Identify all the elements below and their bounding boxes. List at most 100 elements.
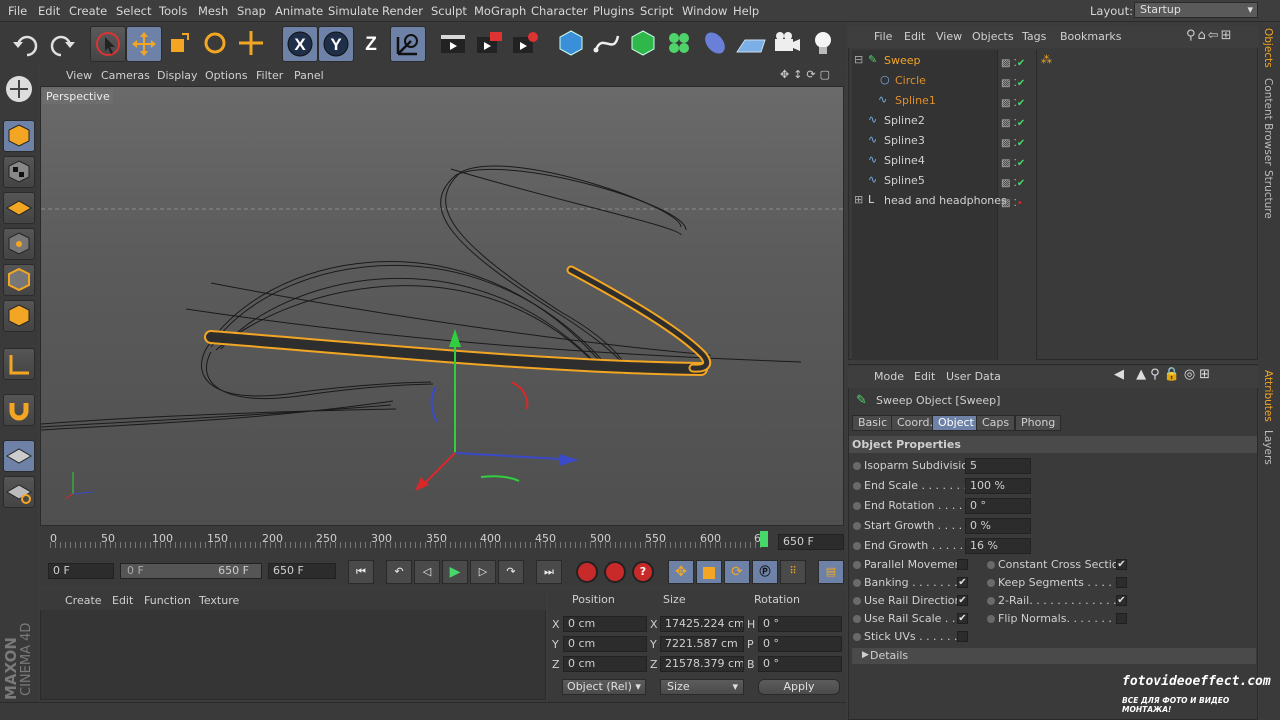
apply-button[interactable]: Apply: [758, 679, 840, 695]
objects-menu-bookmarks[interactable]: Bookmarks: [1060, 30, 1121, 43]
planar-workplane-icon[interactable]: [3, 476, 35, 508]
tab-structure[interactable]: Structure: [1262, 170, 1274, 219]
menu-file[interactable]: File: [8, 4, 27, 18]
objects-menu-edit[interactable]: Edit: [904, 30, 925, 43]
viewport-menu-panel[interactable]: Panel: [294, 69, 324, 82]
details-group[interactable]: ▶ Details: [852, 648, 1256, 664]
axis-mode-icon[interactable]: [3, 348, 35, 380]
anim-radio[interactable]: [853, 633, 861, 641]
anim-radio[interactable]: [853, 561, 861, 569]
anim-radio[interactable]: [987, 615, 995, 623]
constant-cross-section-checkbox[interactable]: ✔: [1116, 559, 1127, 570]
attr-tab-object[interactable]: Object: [932, 415, 980, 431]
rotation-h-field[interactable]: 0 °: [758, 616, 842, 632]
attr-menu-edit[interactable]: Edit: [914, 370, 935, 383]
tab-attributes[interactable]: Attributes: [1262, 370, 1274, 422]
object-row-spline1[interactable]: ∿ Spline1: [852, 91, 997, 111]
previous-frame-icon[interactable]: ◁: [414, 560, 440, 584]
attr-nav-icons[interactable]: ◀ ▲⚲🔒◎⊞: [1114, 367, 1214, 382]
banking-checkbox[interactable]: ✔: [957, 577, 968, 588]
menu-create[interactable]: Create: [69, 4, 107, 18]
size-y-field[interactable]: 7221.587 cm: [660, 636, 744, 652]
start-growth-field[interactable]: 0 %: [965, 518, 1031, 534]
anim-radio[interactable]: [853, 615, 861, 623]
make-editable-icon[interactable]: [2, 72, 36, 106]
menu-simulate[interactable]: Simulate: [328, 4, 379, 18]
preview-range-slider[interactable]: 0 F 650 F: [120, 563, 262, 579]
anim-radio[interactable]: [853, 522, 861, 530]
previous-key-icon[interactable]: ↶: [386, 560, 412, 584]
object-row-spline5[interactable]: ∿ Spline5: [852, 171, 997, 191]
snap-icon[interactable]: [3, 394, 35, 426]
menu-plugins[interactable]: Plugins: [593, 4, 634, 18]
key-point-level-icon[interactable]: ⠿: [780, 560, 806, 584]
menu-script[interactable]: Script: [640, 4, 673, 18]
anim-radio[interactable]: [853, 462, 861, 470]
objects-menu-file[interactable]: File: [874, 30, 892, 43]
rotation-b-field[interactable]: 0 °: [758, 656, 842, 672]
model-mode-icon[interactable]: [3, 120, 35, 152]
end-growth-field[interactable]: 16 %: [965, 538, 1031, 554]
object-row-spline2[interactable]: ∿ Spline2: [852, 111, 997, 131]
render-settings-icon[interactable]: [508, 26, 544, 62]
objects-menu-view[interactable]: View: [936, 30, 962, 43]
phong-tag-icon[interactable]: ⁂: [1041, 53, 1052, 66]
use-rail-scale-checkbox[interactable]: ✔: [957, 613, 968, 624]
menu-edit[interactable]: Edit: [38, 4, 60, 18]
objects-menu-tags[interactable]: Tags: [1022, 30, 1046, 43]
coordinate-system-icon[interactable]: [390, 26, 426, 62]
use-rail-direction-checkbox[interactable]: ✔: [957, 595, 968, 606]
deformer-icon[interactable]: [698, 26, 734, 62]
viewport-nav-icons[interactable]: ✥↕⟳▢: [780, 68, 842, 82]
menu-snap[interactable]: Snap: [237, 4, 266, 18]
menu-select[interactable]: Select: [116, 4, 151, 18]
viewport-menu-filter[interactable]: Filter: [256, 69, 283, 82]
max-frame-field[interactable]: 650 F: [268, 563, 336, 579]
next-key-icon[interactable]: ↷: [498, 560, 524, 584]
anim-radio[interactable]: [853, 542, 861, 550]
timeline-window-icon[interactable]: ▤: [818, 560, 844, 584]
go-to-start-icon[interactable]: ⏮: [348, 560, 374, 584]
material-menu-create[interactable]: Create: [65, 594, 102, 607]
material-menu-function[interactable]: Function: [144, 594, 191, 607]
object-row-spline4[interactable]: ∿ Spline4: [852, 151, 997, 171]
end-rotation-field[interactable]: 0 °: [965, 498, 1031, 514]
object-row-head-and-headphones[interactable]: ⊞ L head and headphones: [852, 191, 1007, 211]
key-rotation-icon[interactable]: ⟳: [724, 560, 750, 584]
two-rail-checkbox[interactable]: ✔: [1116, 595, 1127, 606]
end-frame-field[interactable]: 650 F: [778, 534, 844, 550]
attr-menu-mode[interactable]: Mode: [874, 370, 904, 383]
record-active-icon[interactable]: [576, 561, 598, 583]
viewport-menu-cameras[interactable]: Cameras: [101, 69, 150, 82]
current-frame-field[interactable]: 0 F: [48, 563, 114, 579]
anim-radio[interactable]: [853, 579, 861, 587]
subdivision-surface-icon[interactable]: [626, 26, 662, 62]
light-icon[interactable]: [806, 26, 842, 62]
workplane-mode-icon[interactable]: [3, 192, 35, 224]
viewport-menu-options[interactable]: Options: [205, 69, 247, 82]
menu-window[interactable]: Window: [682, 4, 727, 18]
anim-radio[interactable]: [853, 482, 861, 490]
object-visibility-flags[interactable]: ▨ ⁚✔ ▨ ⁚✔ ▨ ⁚✔ ▨ ⁚✔ ▨ ⁚✔ ▨ ⁚✔ ▨ ⁚✔ ▨ ⁚•: [1001, 54, 1035, 214]
menu-help[interactable]: Help: [733, 4, 759, 18]
object-row-spline3[interactable]: ∿ Spline3: [852, 131, 997, 151]
autokey-icon[interactable]: [604, 561, 626, 583]
collapse-icon[interactable]: ⊟: [854, 53, 863, 66]
material-menu-texture[interactable]: Texture: [199, 594, 239, 607]
render-to-picture-viewer-icon[interactable]: [472, 26, 508, 62]
layout-select[interactable]: Startup ▾: [1134, 2, 1258, 18]
move-tool-icon[interactable]: [126, 26, 162, 62]
flip-normals-checkbox[interactable]: [1116, 613, 1127, 624]
size-z-field[interactable]: 21578.379 cm: [660, 656, 744, 672]
spline-pen-icon[interactable]: [590, 26, 626, 62]
position-z-field[interactable]: 0 cm: [563, 656, 647, 672]
viewport-perspective[interactable]: Perspective: [40, 86, 844, 526]
menu-mograph[interactable]: MoGraph: [474, 4, 526, 18]
next-frame-icon[interactable]: ▷: [470, 560, 496, 584]
tab-content-browser[interactable]: Content Browser: [1262, 78, 1274, 166]
key-parameter-icon[interactable]: Ⓟ: [752, 560, 778, 584]
attr-tab-phong[interactable]: Phong: [1015, 415, 1062, 431]
tab-objects[interactable]: Objects: [1262, 28, 1274, 68]
menu-tools[interactable]: Tools: [159, 4, 187, 18]
isoparm-subdivision-field[interactable]: 5: [965, 458, 1031, 474]
